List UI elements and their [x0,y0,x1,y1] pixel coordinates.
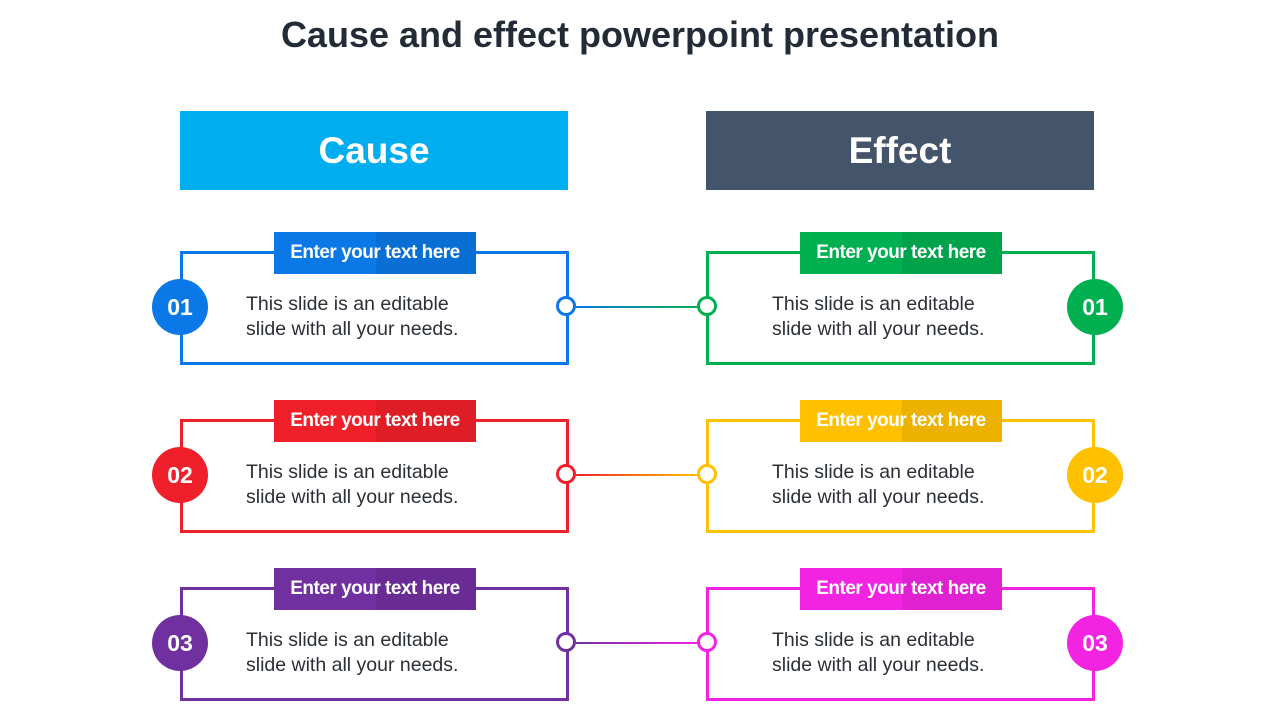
cause-item-tag[interactable]: Enter your text here [274,568,476,610]
cause-item-tag-label: Enter your text here [290,578,460,599]
effect-item-text: This slide is an editable slide with all … [772,628,1032,678]
cause-item-text-line2: slide with all your needs. [246,318,459,340]
cause-item-number-badge: 01 [152,279,208,335]
effect-item-tag[interactable]: Enter your text here [800,568,1002,610]
effect-header: Effect [706,111,1094,190]
effect-item-number: 01 [1082,293,1108,320]
connector-line [576,306,698,308]
effect-connector-node [697,296,717,316]
cause-item-text: This slide is an editable slide with all … [246,628,506,678]
cause-item-tag[interactable]: Enter your text here [274,232,476,274]
effect-item-text-line2: slide with all your needs. [772,318,985,340]
cause-item-number: 01 [167,293,193,320]
cause-header: Cause [180,111,568,190]
cause-item-number: 02 [167,461,193,488]
effect-item-tag-label: Enter your text here [816,410,986,431]
connector-line [576,474,698,476]
effect-item-number: 02 [1082,461,1108,488]
cause-item-tag[interactable]: Enter your text here [274,400,476,442]
effect-header-label: Effect [848,129,952,171]
cause-item-text-line1: This slide is an editable [246,629,449,651]
effect-item-number-badge: 02 [1067,447,1123,503]
effect-item-text-line1: This slide is an editable [772,461,975,483]
effect-item-number-badge: 01 [1067,279,1123,335]
cause-item-text: This slide is an editable slide with all … [246,460,506,510]
cause-item-text-line2: slide with all your needs. [246,486,459,508]
slide-title: Cause and effect powerpoint presentation [280,14,1000,55]
cause-connector-node [556,464,576,484]
effect-item-text-line2: slide with all your needs. [772,486,985,508]
cause-header-label: Cause [318,129,430,171]
effect-item-text: This slide is an editable slide with all … [772,292,1032,342]
cause-item-text: This slide is an editable slide with all … [246,292,506,342]
cause-item-tag-label: Enter your text here [290,410,460,431]
effect-item-text-line1: This slide is an editable [772,629,975,651]
effect-item-number-badge: 03 [1067,615,1123,671]
cause-connector-node [556,296,576,316]
connector-line [576,642,698,644]
effect-item-tag[interactable]: Enter your text here [800,232,1002,274]
effect-item-number: 03 [1082,629,1108,656]
effect-connector-node [697,632,717,652]
cause-item-text-line1: This slide is an editable [246,293,449,315]
cause-item-number-badge: 03 [152,615,208,671]
effect-item-tag[interactable]: Enter your text here [800,400,1002,442]
cause-item-text-line2: slide with all your needs. [246,654,459,676]
effect-item-text-line2: slide with all your needs. [772,654,985,676]
effect-item-tag-label: Enter your text here [816,242,986,263]
cause-connector-node [556,632,576,652]
effect-item-text: This slide is an editable slide with all … [772,460,1032,510]
effect-item-text-line1: This slide is an editable [772,293,975,315]
cause-item-tag-label: Enter your text here [290,242,460,263]
cause-item-text-line1: This slide is an editable [246,461,449,483]
cause-item-number-badge: 02 [152,447,208,503]
cause-item-number: 03 [167,629,193,656]
effect-item-tag-label: Enter your text here [816,578,986,599]
effect-connector-node [697,464,717,484]
